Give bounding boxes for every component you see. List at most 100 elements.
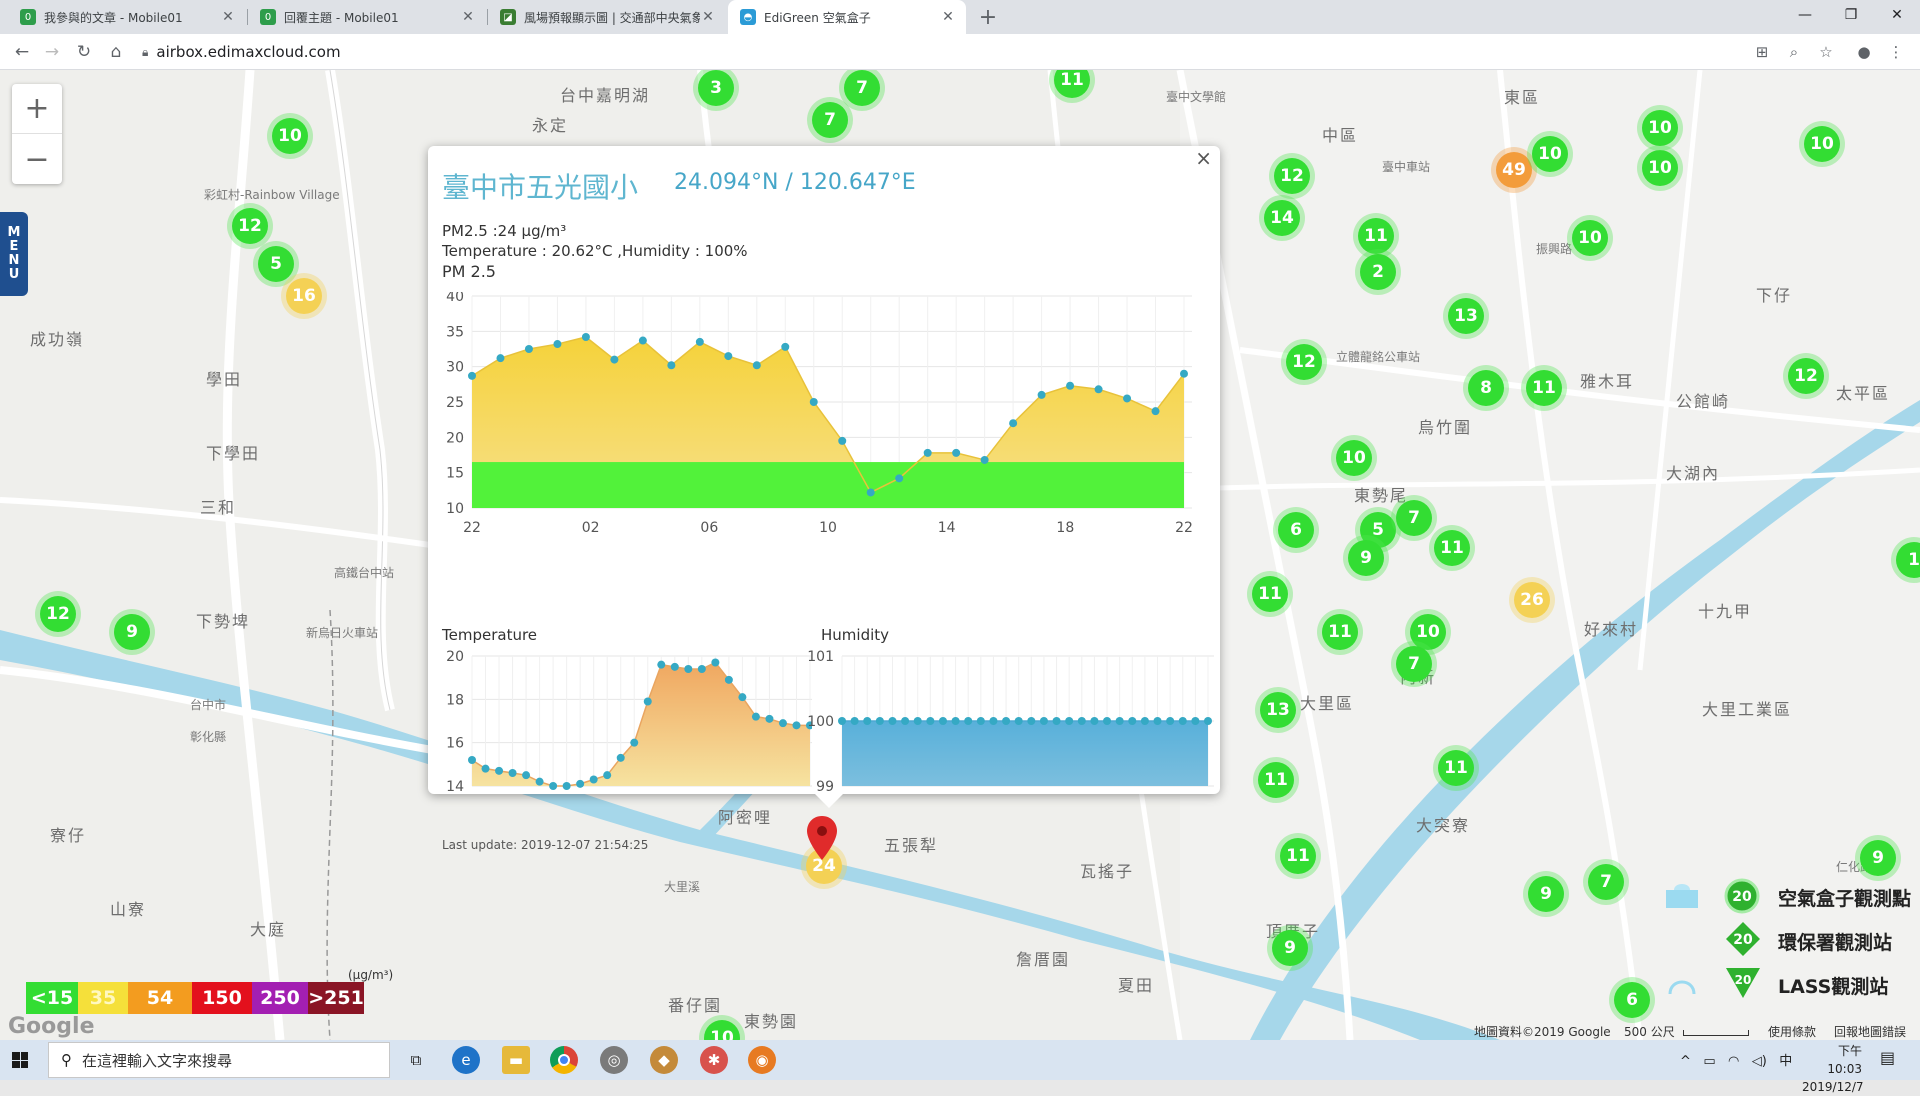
tab-close-icon[interactable]: ✕: [220, 9, 236, 25]
app-icon-blender[interactable]: ◉: [748, 1046, 776, 1074]
windows-start-icon[interactable]: [12, 1052, 28, 1068]
file-explorer-icon[interactable]: ▬: [502, 1046, 530, 1074]
tab-mobile01-articles[interactable]: 0 我參與的文章 - Mobile01 ✕: [8, 0, 246, 34]
airbox-marker[interactable]: 3: [698, 70, 734, 106]
airbox-marker[interactable]: 26: [1514, 582, 1550, 618]
tab-close-icon[interactable]: ✕: [460, 9, 476, 25]
task-view-icon[interactable]: ⧉: [402, 1046, 430, 1074]
notification-icon[interactable]: ▤: [1880, 1048, 1895, 1067]
app-icon-bird[interactable]: ◆: [650, 1046, 678, 1074]
airbox-marker[interactable]: 7: [1396, 646, 1432, 682]
tab-close-icon[interactable]: ✕: [940, 9, 956, 25]
map-label: 寮仔: [50, 826, 87, 845]
system-clock[interactable]: 下午 10:03 2019/12/7: [1802, 1042, 1864, 1096]
tab-mobile01-reply[interactable]: 0 回覆主題 - Mobile01 ✕: [248, 0, 486, 34]
airbox-marker[interactable]: 10: [1642, 110, 1678, 146]
airbox-marker[interactable]: 6: [1614, 982, 1650, 1018]
airbox-marker[interactable]: 10: [1572, 220, 1608, 256]
airbox-marker[interactable]: 12: [1286, 344, 1322, 380]
airbox-marker[interactable]: 10: [1642, 150, 1678, 186]
airbox-marker[interactable]: 12: [1274, 158, 1310, 194]
tab-close-icon[interactable]: ✕: [700, 9, 716, 25]
tray-chevron-icon[interactable]: ^: [1680, 1054, 1691, 1069]
airbox-marker[interactable]: 11: [1258, 762, 1294, 798]
airbox-marker[interactable]: 5: [258, 246, 294, 282]
airbox-marker[interactable]: 10: [1336, 440, 1372, 476]
taskbar-search-box[interactable]: ⚲ 在這裡輸入文字來搜尋: [48, 1042, 390, 1078]
map-scale[interactable]: 500 公尺: [1624, 1023, 1749, 1040]
airbox-marker[interactable]: 9: [1272, 930, 1308, 966]
airbox-marker[interactable]: 8: [1468, 370, 1504, 406]
translate-icon[interactable]: ⊞: [1752, 43, 1772, 61]
address-bar[interactable]: 🔒︎ airbox.edimaxcloud.com: [142, 38, 1862, 66]
airbox-marker[interactable]: 7: [844, 70, 880, 106]
airbox-marker[interactable]: 10: [1532, 136, 1568, 172]
home-icon[interactable]: ⌂: [104, 40, 128, 64]
airbox-marker[interactable]: 12: [232, 208, 268, 244]
report-map-error-link[interactable]: 回報地圖錯誤: [1834, 1023, 1906, 1040]
data-point: [610, 355, 619, 364]
pm25-chart[interactable]: 10 15 20 25 30 35 40 22 02 06 10 14 18 22: [428, 292, 1220, 532]
more-menu-icon[interactable]: ⋮: [1886, 43, 1906, 61]
airbox-marker[interactable]: 7: [1396, 500, 1432, 536]
volume-icon[interactable]: ◁): [1752, 1054, 1767, 1069]
new-tab-button[interactable]: +: [976, 5, 1000, 30]
airbox-marker[interactable]: 11: [1280, 838, 1316, 874]
airbox-marker[interactable]: 7: [812, 102, 848, 138]
tab-cwb-wind[interactable]: ◪ 風場預報顯示圖 | 交通部中央氣象局 ✕: [488, 0, 726, 34]
close-popup-button[interactable]: ×: [1195, 146, 1212, 170]
airbox-marker[interactable]: 11: [1358, 218, 1394, 254]
close-window-button[interactable]: ✕: [1874, 0, 1920, 30]
airbox-marker[interactable]: 13: [1448, 298, 1484, 334]
forward-arrow-icon[interactable]: →: [40, 40, 64, 64]
zoom-in-button[interactable]: +: [12, 84, 62, 134]
bookmark-star-icon[interactable]: ☆: [1816, 43, 1836, 61]
airbox-marker[interactable]: 6: [1278, 512, 1314, 548]
app-icon-network[interactable]: ✱: [700, 1046, 728, 1074]
airbox-marker[interactable]: 9: [1528, 876, 1564, 912]
airbox-marker[interactable]: 9: [1348, 540, 1384, 576]
reload-icon[interactable]: ↻: [72, 40, 96, 64]
airbox-marker[interactable]: 13: [1260, 692, 1296, 728]
menu-tab[interactable]: M E N U: [0, 212, 28, 296]
temperature-chart[interactable]: 14 16 18 20: [428, 650, 812, 810]
data-point: [657, 660, 666, 669]
airbox-marker[interactable]: 11: [1526, 370, 1562, 406]
airbox-marker[interactable]: 11: [1434, 530, 1470, 566]
chrome-browser-icon[interactable]: [550, 1046, 578, 1074]
profile-avatar-icon[interactable]: ●: [1854, 43, 1874, 61]
airbox-marker[interactable]: 12: [40, 596, 76, 632]
edge-browser-icon[interactable]: e: [452, 1046, 480, 1074]
airbox-marker[interactable]: 9: [1860, 840, 1896, 876]
airbox-marker[interactable]: 16: [286, 278, 322, 314]
terms-link[interactable]: 使用條款: [1768, 1023, 1816, 1040]
maximize-button[interactable]: ❐: [1828, 0, 1874, 30]
map-canvas[interactable]: 台中嘉明湖 永定 臺中文學館 東區 中區 臺中車站 振興路 成功嶺 學田 下學田…: [0, 70, 1920, 1040]
airbox-marker[interactable]: 11: [1438, 750, 1474, 786]
tab-edigreen-airbox[interactable]: ◓ EdiGreen 空氣盒子 ✕: [728, 0, 966, 34]
airbox-marker[interactable]: 11: [1322, 614, 1358, 650]
airbox-marker[interactable]: 49: [1496, 152, 1532, 188]
minimize-button[interactable]: —: [1782, 0, 1828, 30]
ime-indicator[interactable]: 中: [1779, 1054, 1792, 1069]
airbox-marker[interactable]: 11: [1252, 576, 1288, 612]
airbox-marker[interactable]: 7: [1588, 864, 1624, 900]
zoom-icon[interactable]: ⌕: [1784, 43, 1804, 61]
data-point: [535, 777, 544, 786]
airbox-marker[interactable]: 12: [1788, 358, 1824, 394]
airbox-marker[interactable]: 14: [1264, 200, 1300, 236]
humidity-chart[interactable]: 99 100 101: [804, 650, 1214, 810]
system-tray[interactable]: ^ ▭ ◠ ◁) 中: [1680, 1050, 1792, 1069]
app-icon-dial[interactable]: ◎: [600, 1046, 628, 1074]
back-arrow-icon[interactable]: ←: [10, 40, 34, 64]
wifi-icon[interactable]: ◠: [1728, 1054, 1739, 1069]
battery-icon[interactable]: ▭: [1703, 1054, 1715, 1069]
airbox-marker[interactable]: 2: [1360, 254, 1396, 290]
airbox-marker[interactable]: 10: [1410, 614, 1446, 650]
map-label: 東勢園: [744, 1012, 799, 1031]
zoom-out-button[interactable]: −: [12, 134, 62, 184]
map-pin-icon[interactable]: [804, 814, 840, 864]
airbox-marker[interactable]: 10: [1804, 126, 1840, 162]
airbox-marker[interactable]: 10: [272, 118, 308, 154]
airbox-marker[interactable]: 9: [114, 614, 150, 650]
